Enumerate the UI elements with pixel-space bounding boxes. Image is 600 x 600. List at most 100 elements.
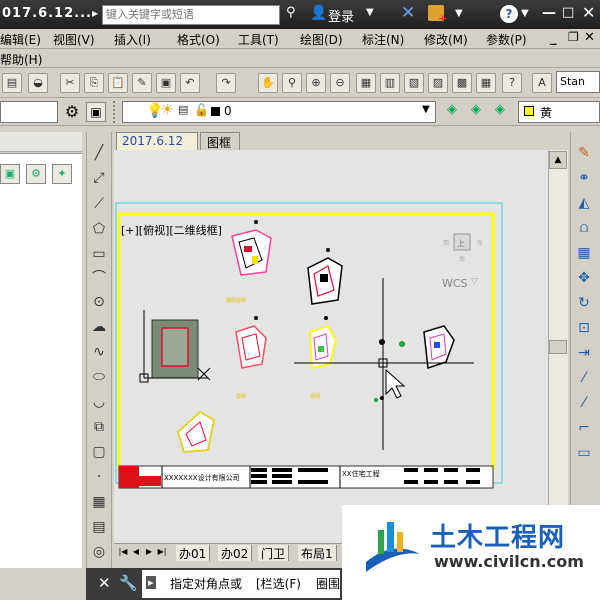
text-style-icon[interactable]: A — [532, 73, 552, 93]
undo-icon[interactable]: ↶ — [180, 73, 200, 93]
toolbar-grip[interactable] — [113, 101, 117, 123]
redo-icon[interactable]: ↷ — [216, 73, 236, 93]
last-tab-icon[interactable]: ▶| — [157, 546, 167, 558]
menu-insert[interactable]: 插入(I) — [114, 31, 151, 48]
login-dropdown-arrow-icon[interactable]: ▼ — [366, 7, 374, 18]
first-tab-icon[interactable]: |◀ — [118, 546, 128, 558]
palette-button-3[interactable]: ✦ — [52, 164, 72, 184]
menu-dimension[interactable]: 标注(N) — [362, 31, 404, 48]
palette-properties-icon[interactable]: ▣ — [86, 102, 106, 122]
properties-icon[interactable]: ▦ — [356, 73, 376, 93]
prev-tab-icon[interactable]: ◀ — [131, 546, 141, 558]
sheet-set-icon[interactable]: ▨ — [428, 73, 448, 93]
gear-icon[interactable]: ⚙ — [62, 102, 82, 122]
tab-layout-1[interactable]: 布局1 — [298, 545, 337, 561]
exchange-x-icon[interactable]: ✕ — [401, 3, 415, 23]
layer-dropdown-arrow-icon[interactable]: ▼ — [422, 104, 430, 115]
make-layer-current-icon[interactable]: ◈ — [442, 102, 462, 122]
close-icon[interactable]: ✕ — [98, 574, 111, 592]
drawing-viewport[interactable]: XXXXXXX设计有限公司 XX住宅工程 图例说明 说明 说明 上 西 东 南 — [114, 150, 548, 543]
paste-icon[interactable]: 📋 — [108, 73, 128, 93]
lock-icon[interactable]: 🔓 — [194, 103, 209, 117]
viewport-freeze-icon[interactable]: ▤ — [178, 103, 188, 116]
layer-previous-icon[interactable]: ◈ — [466, 102, 486, 122]
layer-state-icon[interactable]: ◈ — [490, 102, 510, 122]
offset-icon[interactable]: ⩍ — [573, 218, 595, 238]
point-icon[interactable]: · — [89, 467, 109, 487]
tab-layout-ban01[interactable]: 办01 — [176, 545, 211, 561]
menu-parametric[interactable]: 参数(P) — [486, 31, 527, 48]
cut-icon[interactable]: ✂ — [60, 73, 80, 93]
menu-view[interactable]: 视图(V) — [53, 31, 95, 48]
document-close-icon[interactable]: ✕ — [584, 30, 595, 45]
help-dropdown-arrow-icon[interactable]: ▼ — [521, 8, 529, 19]
menu-modify[interactable]: 修改(M) — [424, 31, 468, 48]
tab-document-active[interactable]: 2017.6.12改 — [116, 132, 198, 164]
menu-edit[interactable]: 编辑(E) — [0, 31, 41, 48]
document-restore-icon[interactable]: ❐ — [568, 30, 579, 44]
stretch-icon[interactable]: ⇥ — [573, 343, 595, 363]
circle-icon[interactable]: ⊙ — [89, 292, 109, 312]
arc-icon[interactable]: ⌒ — [89, 268, 109, 288]
make-block-icon[interactable]: ▢ — [89, 442, 109, 462]
break-icon[interactable]: ⌐ — [573, 418, 595, 438]
mirror-icon[interactable]: ◭ — [573, 193, 595, 213]
palette-button-2[interactable]: ⚙ — [26, 164, 46, 184]
insert-block-icon[interactable]: ⧉ — [89, 417, 109, 437]
revision-cloud-icon[interactable]: ☁ — [89, 317, 109, 337]
region-icon[interactable]: ◎ — [89, 542, 109, 562]
zoom-previous-icon[interactable]: ⊖ — [330, 73, 350, 93]
erase-icon[interactable]: ✎ — [573, 143, 595, 163]
help-icon[interactable]: ? — [500, 5, 518, 23]
menu-tools[interactable]: 工具(T) — [238, 31, 279, 48]
spline-icon[interactable]: ∿ — [89, 342, 109, 362]
copy-object-icon[interactable]: ⚭ — [573, 168, 595, 188]
polyline-icon[interactable]: ⟋ — [89, 194, 109, 214]
menu-format[interactable]: 格式(O) — [177, 31, 220, 48]
login-button[interactable]: 登录 — [328, 6, 354, 25]
next-tab-icon[interactable]: ▶ — [144, 546, 154, 558]
window-maximize-icon[interactable]: □ — [562, 5, 578, 23]
wrench-icon[interactable]: 🔧 — [119, 574, 138, 592]
pan-icon[interactable]: ✋ — [258, 73, 278, 93]
markup-icon[interactable]: ▩ — [452, 73, 472, 93]
line-icon[interactable]: ╱ — [89, 143, 109, 163]
calculator-icon[interactable]: ▦ — [476, 73, 496, 93]
extend-icon[interactable]: ⁄ — [573, 393, 595, 413]
viewport-view-label[interactable]: [+][俯视][二维线框] — [121, 222, 222, 238]
ellipse-icon[interactable]: ⬭ — [89, 367, 109, 387]
command-option-fence[interactable]: [栏选(F) — [256, 575, 301, 592]
app-store-dropdown-arrow-icon[interactable]: ▼ — [455, 8, 463, 19]
design-center-icon[interactable]: ▥ — [380, 73, 400, 93]
scroll-up-icon[interactable]: ▲ — [549, 151, 567, 169]
zoom-window-icon[interactable]: ⊕ — [306, 73, 326, 93]
text-style-dropdown[interactable]: Stan — [556, 71, 600, 93]
sun-icon[interactable]: ☀ — [161, 102, 174, 118]
gradient-icon[interactable]: ▤ — [89, 517, 109, 537]
join-icon[interactable]: ▭ — [573, 443, 595, 463]
title-expand-arrow-icon[interactable]: ▸ — [92, 6, 98, 20]
menu-help[interactable]: 帮助(H) — [0, 51, 42, 68]
trim-icon[interactable]: ⁄ — [573, 368, 595, 388]
tab-layout-ban02[interactable]: 办02 — [218, 545, 253, 561]
construction-line-icon[interactable]: ⤢ — [89, 168, 109, 188]
palette-button-1[interactable]: ▣ — [0, 164, 20, 184]
ellipse-arc-icon[interactable]: ◡ — [89, 392, 109, 412]
window-close-icon[interactable]: ✕ — [582, 3, 598, 23]
panel-dropdown[interactable] — [0, 101, 58, 123]
tab-layout-guard[interactable]: 门卫 — [258, 545, 290, 561]
match-properties-icon[interactable]: ✎ — [132, 73, 152, 93]
3d-print-icon[interactable]: ◒ — [28, 73, 48, 93]
ucs-dropdown-arrow-icon[interactable]: ▽ — [471, 277, 478, 287]
ucs-label[interactable]: WCS — [442, 277, 468, 290]
zoom-realtime-icon[interactable]: ⚲ — [282, 73, 302, 93]
array-icon[interactable]: ▦ — [573, 243, 595, 263]
tab-document-frame[interactable]: 图框 — [200, 132, 240, 150]
hatch-icon[interactable]: ▦ — [89, 492, 109, 512]
command-option-wpolygon[interactable]: 圈围 — [316, 575, 340, 592]
block-editor-icon[interactable]: ▣ — [156, 73, 176, 93]
tool-palettes-icon[interactable]: ▧ — [404, 73, 424, 93]
user-icon[interactable]: 👤 — [310, 5, 327, 21]
copy-icon[interactable]: ⎘ — [84, 73, 104, 93]
menu-draw[interactable]: 绘图(D) — [300, 31, 343, 48]
